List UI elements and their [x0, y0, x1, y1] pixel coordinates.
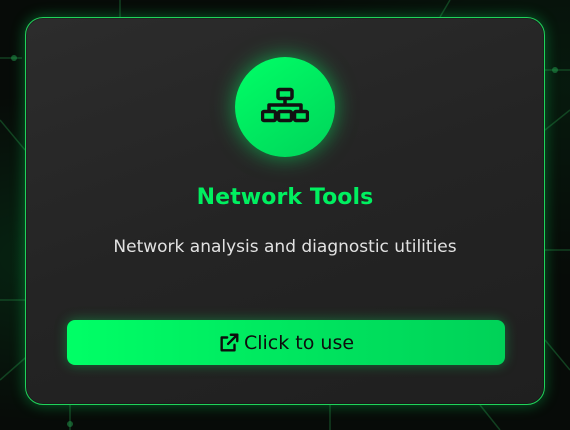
button-label: Click to use — [243, 331, 355, 354]
click-to-use-button[interactable]: Click to use — [67, 320, 505, 365]
tool-icon-circle — [235, 57, 335, 157]
external-link-icon — [218, 332, 240, 354]
tool-card[interactable]: Network Tools Network analysis and diagn… — [25, 17, 545, 405]
network-icon — [261, 87, 309, 123]
card-title: Network Tools — [196, 185, 374, 210]
card-description: Network analysis and diagnostic utilitie… — [113, 237, 457, 257]
